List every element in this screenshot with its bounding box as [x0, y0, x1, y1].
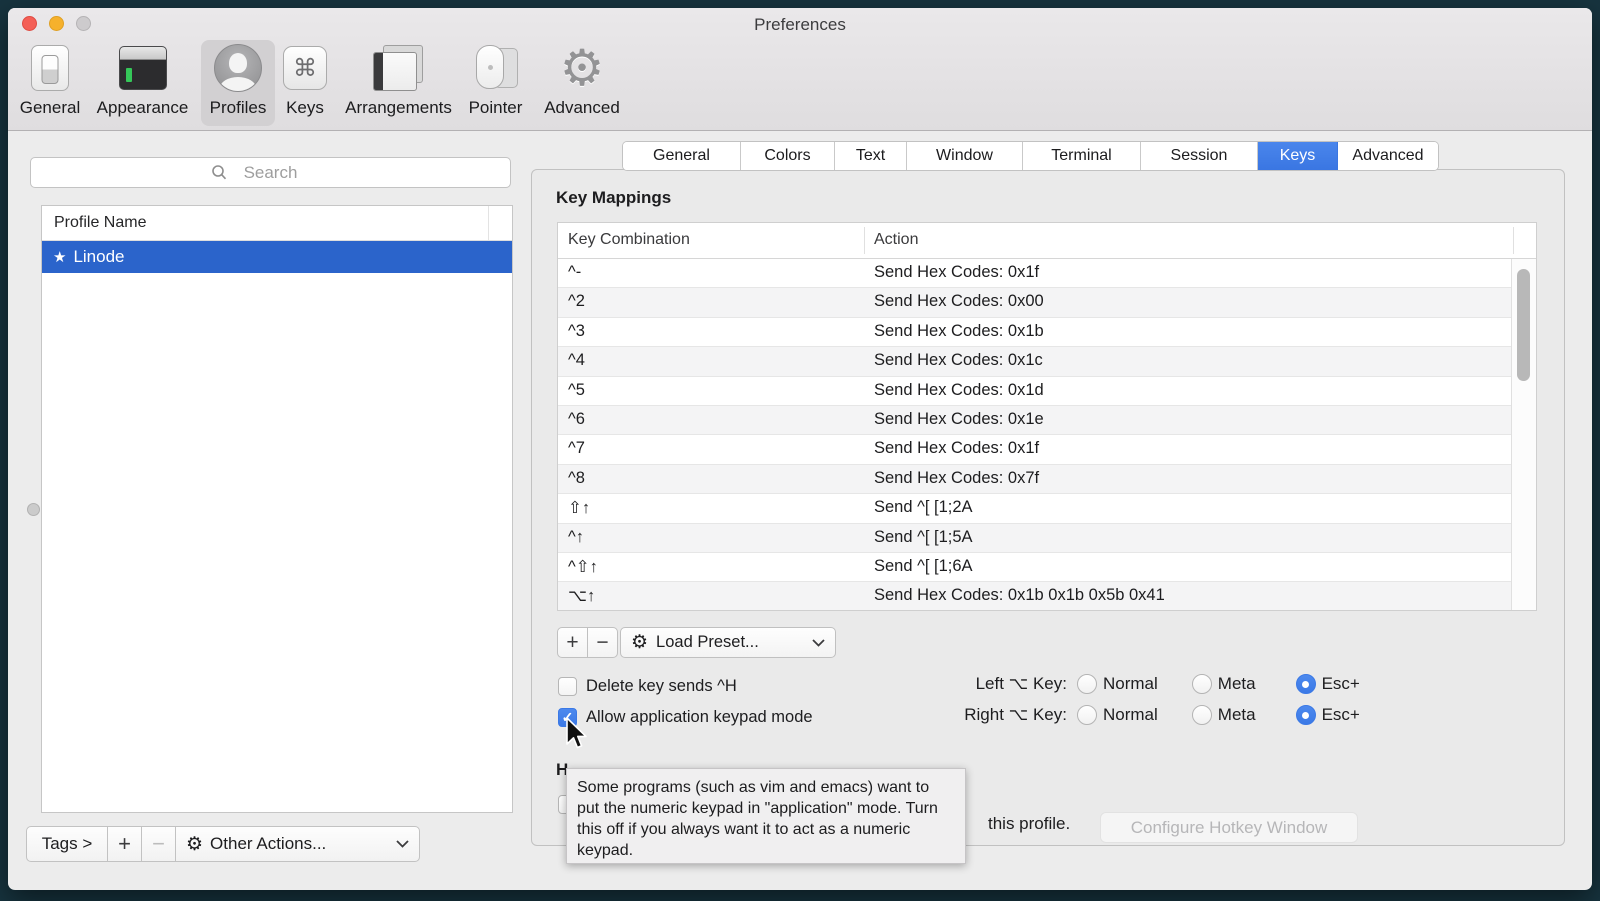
- tab-session[interactable]: Session: [1141, 142, 1258, 170]
- table-row[interactable]: ^6Send Hex Codes: 0x1e: [558, 406, 1511, 435]
- mouse-cursor: [564, 716, 590, 752]
- tab-colors[interactable]: Colors: [741, 142, 835, 170]
- table-row[interactable]: ^⇧↑Send ^[ [1;6A: [558, 553, 1511, 582]
- add-profile-button[interactable]: +: [107, 826, 142, 862]
- table-row[interactable]: ^-Send Hex Codes: 0x1f: [558, 259, 1511, 288]
- tags-button[interactable]: Tags >: [26, 826, 108, 862]
- table-row[interactable]: ^3Send Hex Codes: 0x1b: [558, 318, 1511, 347]
- column-key-combination[interactable]: Key Combination: [568, 231, 690, 249]
- toolbar-item-profiles[interactable]: Profiles: [201, 40, 275, 126]
- load-preset-dropdown[interactable]: ⚙ Load Preset...: [620, 627, 836, 658]
- table-row[interactable]: ⇧↑Send ^[ [1;2A: [558, 494, 1511, 523]
- table-row[interactable]: ⌥↑Send Hex Codes: 0x1b 0x1b 0x5b 0x41: [558, 582, 1511, 610]
- toolbar-item-appearance[interactable]: Appearance: [94, 40, 191, 126]
- table-row[interactable]: ^2Send Hex Codes: 0x00: [558, 288, 1511, 317]
- chevron-down-icon: [396, 840, 409, 848]
- tab-text[interactable]: Text: [835, 142, 907, 170]
- toolbar-item-arrangements[interactable]: Arrangements: [340, 40, 457, 126]
- tab-window[interactable]: Window: [907, 142, 1023, 170]
- add-mapping-button[interactable]: +: [557, 627, 588, 658]
- appearance-icon: [94, 40, 191, 96]
- profile-tabbar: General Colors Text Window Terminal Sess…: [622, 141, 1439, 171]
- sidebar-footer: Tags > + − ⚙ Other Actions...: [26, 826, 420, 862]
- gear-icon: ⚙: [631, 631, 648, 654]
- arrangements-icon: [340, 40, 457, 96]
- delete-key-checkbox-row: Delete key sends ^H: [558, 677, 737, 696]
- tab-general[interactable]: General: [623, 142, 741, 170]
- scrollbar-thumb[interactable]: [1517, 269, 1530, 381]
- table-body: ^-Send Hex Codes: 0x1f ^2Send Hex Codes:…: [558, 259, 1511, 610]
- hotkey-text-fragment: this profile.: [988, 814, 1070, 834]
- table-row[interactable]: ^8Send Hex Codes: 0x7f: [558, 465, 1511, 494]
- table-row[interactable]: ^5Send Hex Codes: 0x1d: [558, 377, 1511, 406]
- toolbar-item-pointer[interactable]: Pointer: [459, 40, 532, 126]
- toolbar-item-advanced[interactable]: ⚙ Advanced: [536, 40, 628, 126]
- remove-mapping-button[interactable]: −: [587, 627, 618, 658]
- left-option-esc-radio[interactable]: [1296, 674, 1316, 694]
- right-option-esc-radio[interactable]: [1296, 705, 1316, 725]
- profile-list: Profile Name ★ Linode: [41, 205, 513, 813]
- pointer-mouse-icon: [459, 40, 532, 96]
- splitter-handle[interactable]: [27, 503, 40, 516]
- window-title: Preferences: [8, 15, 1592, 35]
- remove-profile-button[interactable]: −: [141, 826, 176, 862]
- delete-key-checkbox[interactable]: [558, 677, 577, 696]
- right-option-meta-radio[interactable]: [1192, 705, 1212, 725]
- table-header: Key Combination Action: [558, 223, 1536, 259]
- tab-advanced[interactable]: Advanced: [1338, 142, 1438, 170]
- keypad-mode-checkbox-row: ✓ Allow application keypad mode: [558, 708, 813, 727]
- tab-terminal[interactable]: Terminal: [1023, 142, 1141, 170]
- configure-hotkey-window-button[interactable]: Configure Hotkey Window: [1100, 812, 1358, 843]
- command-key-icon: ⌘: [279, 40, 331, 96]
- tab-keys[interactable]: Keys: [1258, 142, 1338, 170]
- table-row[interactable]: ^7Send Hex Codes: 0x1f: [558, 435, 1511, 464]
- left-option-normal-radio[interactable]: [1077, 674, 1097, 694]
- other-actions-dropdown[interactable]: ⚙ Other Actions...: [175, 826, 420, 862]
- scrollbar-track[interactable]: [1511, 259, 1536, 610]
- keypad-mode-tooltip: Some programs (such as vim and emacs) wa…: [566, 768, 966, 864]
- column-action[interactable]: Action: [874, 231, 918, 249]
- star-icon: ★: [53, 248, 66, 266]
- key-mappings-table: Key Combination Action ^-Send Hex Codes:…: [557, 222, 1537, 611]
- gear-icon: ⚙: [186, 833, 203, 856]
- left-option-meta-radio[interactable]: [1192, 674, 1212, 694]
- profile-list-header: Profile Name: [42, 206, 512, 241]
- left-option-key-row: Left ⌥ Key: Normal Meta Esc+: [955, 674, 1360, 694]
- table-row[interactable]: ^4Send Hex Codes: 0x1c: [558, 347, 1511, 376]
- key-mappings-heading: Key Mappings: [556, 188, 671, 208]
- titlebar: Preferences General Appearance Profiles …: [8, 8, 1592, 131]
- chevron-down-icon: [812, 639, 825, 647]
- toolbar-item-general[interactable]: General: [16, 40, 84, 126]
- profile-row-linode[interactable]: ★ Linode: [42, 241, 512, 273]
- table-row[interactable]: ^↑Send ^[ [1;5A: [558, 524, 1511, 553]
- general-icon: [16, 40, 84, 96]
- toolbar-item-keys[interactable]: ⌘ Keys: [279, 40, 331, 126]
- search-input[interactable]: [30, 157, 511, 188]
- gear-icon: ⚙: [536, 40, 628, 96]
- preferences-window: Preferences General Appearance Profiles …: [8, 8, 1592, 890]
- profiles-icon: [201, 40, 275, 96]
- right-option-normal-radio[interactable]: [1077, 705, 1097, 725]
- right-option-key-row: Right ⌥ Key: Normal Meta Esc+: [945, 705, 1360, 725]
- profile-name: Linode: [73, 247, 124, 267]
